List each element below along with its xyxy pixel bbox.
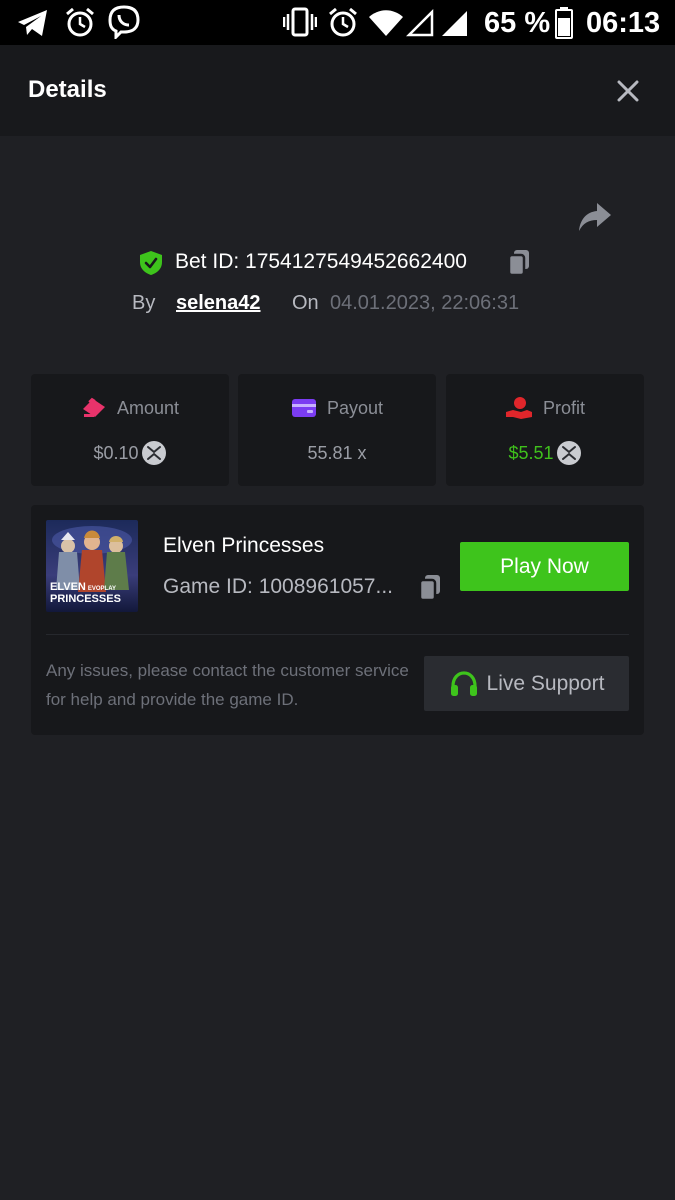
- on-label: On: [292, 292, 319, 314]
- stat-card-amount: Amount $0.10: [31, 374, 229, 486]
- live-support-button[interactable]: Live Support: [424, 656, 629, 711]
- copy-game-id-button[interactable]: [418, 574, 442, 607]
- verified-shield-icon: [140, 251, 162, 275]
- amount-icon: [82, 397, 105, 417]
- bet-id: Bet ID: 1754127549452662400: [175, 250, 467, 273]
- stat-card-profit: Profit $5.51: [446, 374, 644, 486]
- battery-icon: [555, 7, 573, 39]
- stat-value: $0.10: [93, 442, 139, 463]
- stat-title: Amount: [116, 397, 180, 418]
- copy-icon: [418, 575, 440, 602]
- wifi-icon: [369, 10, 403, 36]
- xrp-coin-icon: [141, 441, 166, 465]
- stat-title: Payout: [326, 397, 384, 418]
- profit-hand-icon: [505, 397, 532, 419]
- stat-value: 55.81 x: [307, 442, 367, 463]
- viber-icon: [108, 5, 140, 39]
- share-button[interactable]: [577, 201, 613, 233]
- headset-icon: [450, 670, 477, 696]
- signal-empty-icon: [406, 9, 434, 37]
- bet-meta-row: By selena42 On 04.01.2023, 22:06:31: [0, 290, 675, 318]
- status-bar: 65 % 06:13: [0, 0, 675, 45]
- play-now-button[interactable]: Play Now: [460, 542, 629, 591]
- support-message: Any issues, please contact the customer …: [46, 661, 409, 709]
- copy-icon: [507, 250, 529, 277]
- stat-value: $5.51: [508, 442, 554, 463]
- stat-card-payout: Payout 55.81 x: [238, 374, 436, 486]
- game-name: Elven Princesses: [163, 534, 325, 557]
- clock: 06:13: [586, 7, 661, 39]
- game-id: Game ID: 1008961057...: [163, 575, 393, 598]
- thumb-brand: EVOPLAY: [87, 586, 116, 592]
- username-link[interactable]: selena42: [176, 292, 261, 315]
- bet-id-row: Bet ID: 1754127549452662400: [0, 247, 675, 279]
- copy-bet-id-button[interactable]: [507, 249, 531, 282]
- stat-title: Profit: [542, 397, 585, 418]
- vibrate-icon: [283, 7, 317, 37]
- close-icon: [617, 80, 639, 102]
- bet-date: 04.01.2023, 22:06:31: [330, 292, 520, 314]
- game-card: ELVEN EVOPLAY PRINCESSES Elven Princesses…: [31, 505, 644, 735]
- telegram-icon: [18, 10, 47, 36]
- close-button[interactable]: [612, 75, 644, 107]
- battery-percent: 65 %: [484, 7, 551, 39]
- divider: [46, 634, 629, 635]
- details-header: Details: [0, 45, 675, 136]
- live-support-label: Live Support: [486, 671, 605, 695]
- wallet-icon: [291, 399, 316, 417]
- by-label: By: [132, 292, 156, 314]
- alarm-icon: [329, 7, 357, 37]
- share-icon: [579, 203, 611, 231]
- alarm-icon: [66, 7, 94, 37]
- xrp-coin-icon: [556, 441, 581, 465]
- game-thumbnail[interactable]: ELVEN EVOPLAY PRINCESSES: [46, 520, 138, 612]
- signal-icon: [442, 11, 467, 36]
- thumb-title-line-2: PRINCESSES: [50, 593, 121, 605]
- page-title: Details: [28, 76, 107, 103]
